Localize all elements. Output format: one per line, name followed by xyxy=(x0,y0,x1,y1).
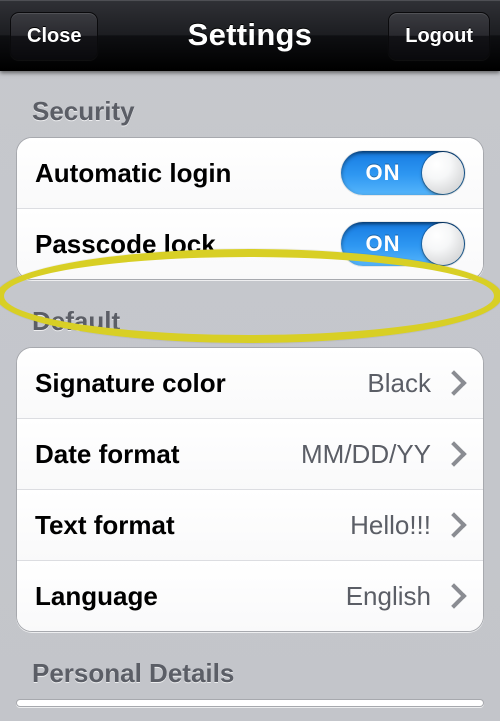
passcode-lock-toggle[interactable]: ON xyxy=(341,222,465,266)
group-personal-details xyxy=(16,699,484,707)
row-value: Hello!!! xyxy=(350,510,431,541)
chevron-right-icon xyxy=(441,370,466,395)
logout-button[interactable]: Logout xyxy=(388,12,490,60)
chevron-right-icon xyxy=(441,512,466,537)
toggle-knob-icon xyxy=(422,152,464,194)
close-button[interactable]: Close xyxy=(10,12,98,60)
row-date-format[interactable]: Date format MM/DD/YY xyxy=(17,418,483,489)
row-value: English xyxy=(346,581,431,612)
section-header-security: Security xyxy=(0,70,500,137)
row-label: Date format xyxy=(35,439,301,470)
row-value: Black xyxy=(367,368,431,399)
row-label: Language xyxy=(35,581,346,612)
row-signature-color[interactable]: Signature color Black xyxy=(17,348,483,418)
chevron-right-icon xyxy=(441,441,466,466)
group-default: Signature color Black Date format MM/DD/… xyxy=(16,347,484,632)
row-value: MM/DD/YY xyxy=(301,439,431,470)
section-header-personal-details: Personal Details xyxy=(0,632,500,699)
page-title: Settings xyxy=(188,17,313,53)
row-label: Signature color xyxy=(35,368,367,399)
toggle-knob-icon xyxy=(422,223,464,265)
section-header-default: Default xyxy=(0,280,500,347)
automatic-login-toggle[interactable]: ON xyxy=(341,151,465,195)
row-label: Text format xyxy=(35,510,350,541)
row-label: Automatic login xyxy=(35,158,341,189)
navbar: Close Settings Logout xyxy=(0,0,500,71)
settings-screen: Close Settings Logout Security Automatic… xyxy=(0,0,500,721)
row-language[interactable]: Language English xyxy=(17,560,483,631)
row-automatic-login: Automatic login ON xyxy=(17,138,483,208)
chevron-right-icon xyxy=(441,583,466,608)
content-scroll[interactable]: Security Automatic login ON Passcode loc… xyxy=(0,70,500,721)
group-security: Automatic login ON Passcode lock ON xyxy=(16,137,484,280)
toggle-on-label: ON xyxy=(341,151,425,195)
row-passcode-lock: Passcode lock ON xyxy=(17,208,483,279)
row-text-format[interactable]: Text format Hello!!! xyxy=(17,489,483,560)
toggle-on-label: ON xyxy=(341,222,425,266)
row-label: Passcode lock xyxy=(35,229,341,260)
